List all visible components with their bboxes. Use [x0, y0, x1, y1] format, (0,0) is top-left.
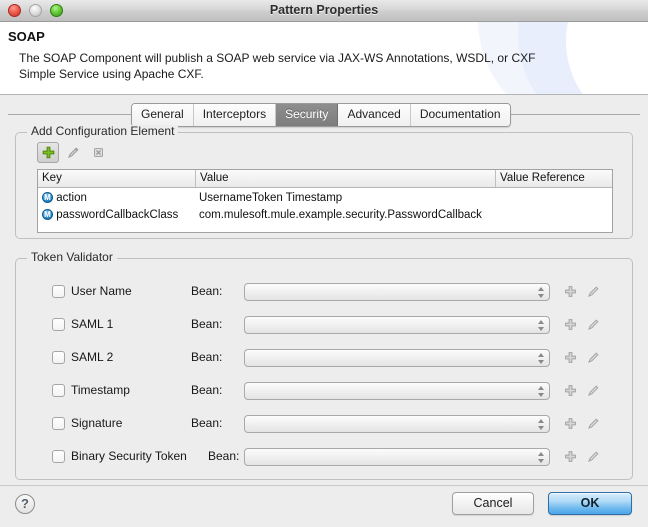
token-validator-group: User Name Bean: SAML 1 Bean:	[15, 252, 633, 480]
ok-button[interactable]: OK	[548, 492, 632, 515]
table-row[interactable]: action UsernameToken Timestamp	[38, 190, 612, 207]
token-validator-body: User Name Bean: SAML 1 Bean:	[15, 258, 633, 480]
table-row[interactable]: passwordCallbackClass com.mulesoft.mule.…	[38, 207, 612, 224]
row-key-cell: action	[42, 190, 192, 207]
add-bean-icon-timestamp	[561, 381, 580, 400]
page-title: SOAP	[8, 29, 45, 44]
config-toolbar	[37, 142, 109, 163]
stepper-icon[interactable]	[538, 319, 545, 332]
bean-label-saml-1: Bean:	[191, 314, 222, 335]
edit-bean-icon-signature	[584, 414, 603, 433]
bean-label-timestamp: Bean:	[191, 380, 222, 401]
add-configuration-element-label: Add Configuration Element	[27, 125, 178, 137]
pattern-properties-dialog: Pattern Properties SOAP The SOAP Compone…	[0, 0, 648, 527]
token-row-binary-security-token: Binary Security Token Bean:	[16, 446, 632, 468]
bean-combo-saml-2[interactable]	[244, 349, 550, 367]
edit-bean-icon-user-name	[584, 282, 603, 301]
edit-bean-icon-saml-2	[584, 348, 603, 367]
add-bean-icon-saml-2	[561, 348, 580, 367]
add-configuration-element-body: Key Value Value Reference action Usernam…	[15, 132, 633, 239]
add-bean-icon-signature	[561, 414, 580, 433]
label-saml-2: SAML 2	[71, 347, 113, 368]
tab-strip: General Interceptors Security Advanced D…	[0, 103, 648, 125]
configuration-element-table[interactable]: Key Value Value Reference action Usernam…	[37, 169, 613, 233]
cancel-button[interactable]: Cancel	[452, 492, 534, 515]
tab-list: General Interceptors Security Advanced D…	[131, 103, 511, 127]
token-row-timestamp: Timestamp Bean:	[16, 380, 632, 402]
checkbox-timestamp[interactable]	[52, 384, 65, 397]
dialog-footer: ? Cancel OK	[0, 485, 648, 527]
column-header-key[interactable]: Key	[38, 170, 195, 187]
row-value-cell: UsernameToken Timestamp	[199, 190, 495, 207]
stepper-icon[interactable]	[538, 418, 545, 431]
checkbox-saml-2[interactable]	[52, 351, 65, 364]
bean-label-saml-2: Bean:	[191, 347, 222, 368]
bean-label-user-name: Bean:	[191, 281, 222, 302]
stepper-icon[interactable]	[538, 451, 545, 464]
tab-security[interactable]: Security	[276, 104, 338, 126]
bean-label-signature: Bean:	[191, 413, 222, 434]
mule-element-icon	[42, 192, 53, 203]
bean-combo-timestamp[interactable]	[244, 382, 550, 400]
column-header-value[interactable]: Value	[195, 170, 495, 187]
row-value-cell: com.mulesoft.mule.example.security.Passw…	[199, 207, 495, 224]
dialog-header: SOAP The SOAP Component will publish a S…	[0, 22, 648, 95]
column-header-value-reference[interactable]: Value Reference	[495, 170, 613, 187]
bean-combo-saml-1[interactable]	[244, 316, 550, 334]
add-icon[interactable]	[37, 142, 59, 163]
delete-icon	[87, 142, 109, 163]
row-key-cell: passwordCallbackClass	[42, 207, 192, 224]
edit-bean-icon-timestamp	[584, 381, 603, 400]
label-binary-security-token: Binary Security Token	[71, 446, 187, 467]
bean-label-binary-security-token: Bean:	[208, 446, 239, 467]
token-validator-label: Token Validator	[27, 251, 117, 263]
bean-combo-user-name[interactable]	[244, 283, 550, 301]
add-bean-icon-binary-security-token	[561, 447, 580, 466]
checkbox-binary-security-token[interactable]	[52, 450, 65, 463]
label-user-name: User Name	[71, 281, 132, 302]
tab-advanced[interactable]: Advanced	[338, 104, 410, 126]
page-description: The SOAP Component will publish a SOAP w…	[19, 50, 564, 82]
stepper-icon[interactable]	[538, 385, 545, 398]
label-signature: Signature	[71, 413, 122, 434]
add-configuration-element-group: Key Value Value Reference action Usernam…	[15, 126, 633, 239]
help-icon[interactable]: ?	[15, 494, 35, 514]
header-decoration-arc-inner	[566, 22, 648, 95]
window-titlebar: Pattern Properties	[0, 0, 648, 22]
token-row-signature: Signature Bean:	[16, 413, 632, 435]
tab-documentation[interactable]: Documentation	[411, 104, 510, 126]
label-timestamp: Timestamp	[71, 380, 130, 401]
token-row-saml-1: SAML 1 Bean:	[16, 314, 632, 336]
table-header-row: Key Value Value Reference	[38, 170, 612, 188]
add-bean-icon-user-name	[561, 282, 580, 301]
edit-bean-icon-binary-security-token	[584, 447, 603, 466]
window-title: Pattern Properties	[0, 0, 648, 21]
mule-element-icon	[42, 209, 53, 220]
label-saml-1: SAML 1	[71, 314, 113, 335]
edit-icon	[62, 142, 84, 163]
stepper-icon[interactable]	[538, 352, 545, 365]
bean-combo-signature[interactable]	[244, 415, 550, 433]
checkbox-signature[interactable]	[52, 417, 65, 430]
token-row-saml-2: SAML 2 Bean:	[16, 347, 632, 369]
stepper-icon[interactable]	[538, 286, 545, 299]
checkbox-saml-1[interactable]	[52, 318, 65, 331]
tab-general[interactable]: General	[132, 104, 194, 126]
tab-interceptors[interactable]: Interceptors	[194, 104, 276, 126]
row-key-text: passwordCallbackClass	[56, 209, 178, 221]
token-row-user-name: User Name Bean:	[16, 281, 632, 303]
edit-bean-icon-saml-1	[584, 315, 603, 334]
bean-combo-binary-security-token[interactable]	[244, 448, 550, 466]
add-bean-icon-saml-1	[561, 315, 580, 334]
checkbox-user-name[interactable]	[52, 285, 65, 298]
row-key-text: action	[56, 192, 87, 204]
